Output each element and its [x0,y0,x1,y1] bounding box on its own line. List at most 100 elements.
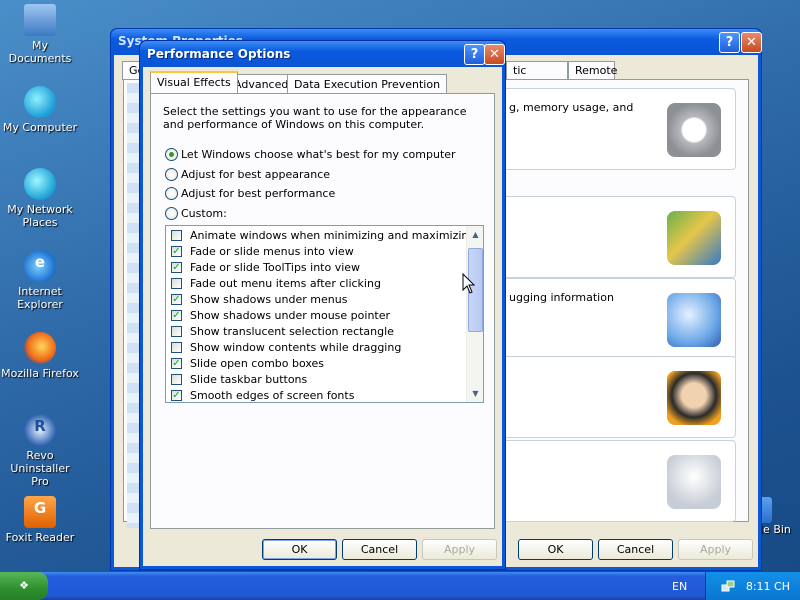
checkbox-icon[interactable] [171,373,182,385]
radio-indicator[interactable] [165,167,178,181]
visual-effect-option[interactable]: Fade out menu items after clicking [171,275,381,291]
foxit-reader-icon: G [24,496,56,528]
close-button[interactable]: ✕ [741,32,762,53]
ok-button[interactable]: OK [262,539,337,560]
desktop-icon-label: Uninstaller Pro [10,462,70,488]
option-label: Fade or slide ToolTips into view [190,260,361,274]
radio-best-appearance[interactable]: Adjust for best appearance [165,166,330,182]
desktop-icon-label: Revo [26,449,54,462]
scroll-down-arrow-icon[interactable]: ▼ [467,385,483,402]
close-button[interactable]: ✕ [484,44,505,65]
desktop-icon-revo-uninstaller[interactable]: R Revo Uninstaller Pro [0,414,80,488]
internet-explorer-icon: e [24,250,56,282]
network-status-icon[interactable] [721,579,735,593]
visual-effect-option[interactable]: ✓ Slide open combo boxes [171,355,324,371]
ok-button[interactable]: OK [518,539,593,560]
desktop-icon-label: le Bin [760,523,791,536]
visual-effect-option[interactable]: ✓ Show shadows under menus [171,291,347,307]
option-label: Slide open combo boxes [190,356,325,370]
desktop-icon-label: Foxit Reader [5,531,75,544]
radio-let-windows-choose[interactable]: Let Windows choose what's best for my co… [165,146,456,162]
desktop-icon-label: My Computer [2,121,78,134]
desktop-icon-mozilla-firefox[interactable]: Mozilla Firefox [0,332,80,380]
tab-label: Advanced [234,78,289,91]
radio-indicator[interactable] [165,147,178,161]
system-tray: 8:11 CH [705,572,800,600]
tab-automatic-updates[interactable]: tic Updates [506,61,568,90]
tab-visual-effects[interactable]: Visual Effects [150,71,238,93]
radio-label: Adjust for best performance [181,186,336,200]
user-profiles-card[interactable] [500,196,736,278]
checkbox-checked-icon[interactable]: ✓ [171,261,182,273]
error-reporting-icon [667,455,721,509]
performance-card[interactable]: g, memory usage, and [500,88,736,170]
firefox-icon [24,332,56,364]
desktop-icon-label: My Documents [8,39,72,65]
checkbox-icon[interactable] [171,277,182,289]
revo-uninstaller-icon: R [24,414,56,446]
tab-remote[interactable]: Remote [568,61,618,80]
checkbox-checked-icon[interactable]: ✓ [171,293,182,305]
scroll-up-arrow-icon[interactable]: ▲ [467,226,483,243]
desktop-icon-label: Mozilla Firefox [1,367,79,380]
checkbox-checked-icon[interactable]: ✓ [171,389,182,401]
visual-effect-option[interactable]: Slide taskbar buttons [171,371,307,387]
radio-best-performance[interactable]: Adjust for best performance [165,185,335,201]
radio-indicator[interactable] [165,206,178,220]
option-label: Show shadows under mouse pointer [190,308,391,322]
apply-button[interactable]: Apply [422,539,497,560]
start-button[interactable]: ❖ [0,572,48,600]
checkbox-checked-icon[interactable]: ✓ [171,357,182,369]
desktop-icon-my-network-places[interactable]: My Network Places [0,168,80,229]
option-label: Animate windows when minimizing and maxi… [190,228,476,242]
startup-recovery-card[interactable]: ugging information [500,278,736,360]
dialog-title: Performance Options [147,47,291,61]
cancel-button[interactable]: Cancel [598,539,673,560]
visual-effect-option[interactable]: Show window contents while dragging [171,339,401,355]
performance-options-body: Visual Effects Advanced Data Execution P… [143,67,502,566]
checkbox-checked-icon[interactable]: ✓ [171,245,182,257]
checkbox-icon[interactable] [171,341,182,353]
visual-effects-list[interactable]: Animate windows when minimizing and maxi… [165,225,484,403]
apply-button[interactable]: Apply [678,539,753,560]
user-profiles-icon [667,211,721,265]
visual-effect-option[interactable]: Show translucent selection rectangle [171,323,394,339]
card-text: g, memory usage, and [509,101,634,114]
radio-indicator[interactable] [165,186,178,200]
tab-label: Remote [575,64,618,77]
error-reporting-card[interactable] [500,440,736,522]
tab-data-execution-prevention[interactable]: Data Execution Prevention [287,74,448,93]
visual-effect-option[interactable]: ✓ Show shadows under mouse pointer [171,307,390,323]
my-computer-icon [24,86,56,118]
desktop-icon-recycle-bin[interactable]: le Bin [760,497,800,536]
scrollbar[interactable]: ▲ ▼ [466,226,483,402]
checkbox-checked-icon[interactable]: ✓ [171,309,182,321]
option-label: Slide taskbar buttons [190,372,308,386]
help-button[interactable]: ? [464,44,485,65]
desktop-icon-label: Explorer [17,298,63,311]
cancel-button[interactable]: Cancel [342,539,417,560]
windows-logo-icon: ❖ [19,579,29,592]
desktop-icon-my-computer[interactable]: My Computer [0,86,80,134]
visual-effect-option[interactable]: ✓ Fade or slide menus into view [171,243,354,259]
visual-effect-option[interactable]: ✓ Fade or slide ToolTips into view [171,259,360,275]
desktop-icon-my-documents[interactable]: My Documents [0,4,80,65]
visual-effect-option[interactable]: ✓ Smooth edges of screen fonts [171,387,355,402]
card-text: ugging information [509,291,614,304]
radio-label: Custom: [181,206,227,220]
desktop-icon-internet-explorer[interactable]: e Internet Explorer [0,250,80,311]
language-indicator[interactable]: EN [672,580,687,593]
desktop-icon-label: Places [22,216,58,229]
visual-effects-panel: Select the settings you want to use for … [150,93,495,529]
option-label: Smooth edges of screen fonts [190,388,355,402]
radio-custom[interactable]: Custom: [165,205,227,221]
performance-options-titlebar[interactable]: Performance Options [140,41,505,67]
desktop-icon-foxit-reader[interactable]: G Foxit Reader [0,496,80,544]
checkbox-icon[interactable] [171,325,182,337]
environment-card[interactable] [500,356,736,438]
checkbox-icon[interactable] [171,229,182,241]
clock[interactable]: 8:11 CH [746,580,790,593]
visual-effect-option[interactable]: Animate windows when minimizing and maxi… [171,227,475,243]
radio-label: Adjust for best appearance [181,167,331,181]
help-button[interactable]: ? [719,32,740,53]
